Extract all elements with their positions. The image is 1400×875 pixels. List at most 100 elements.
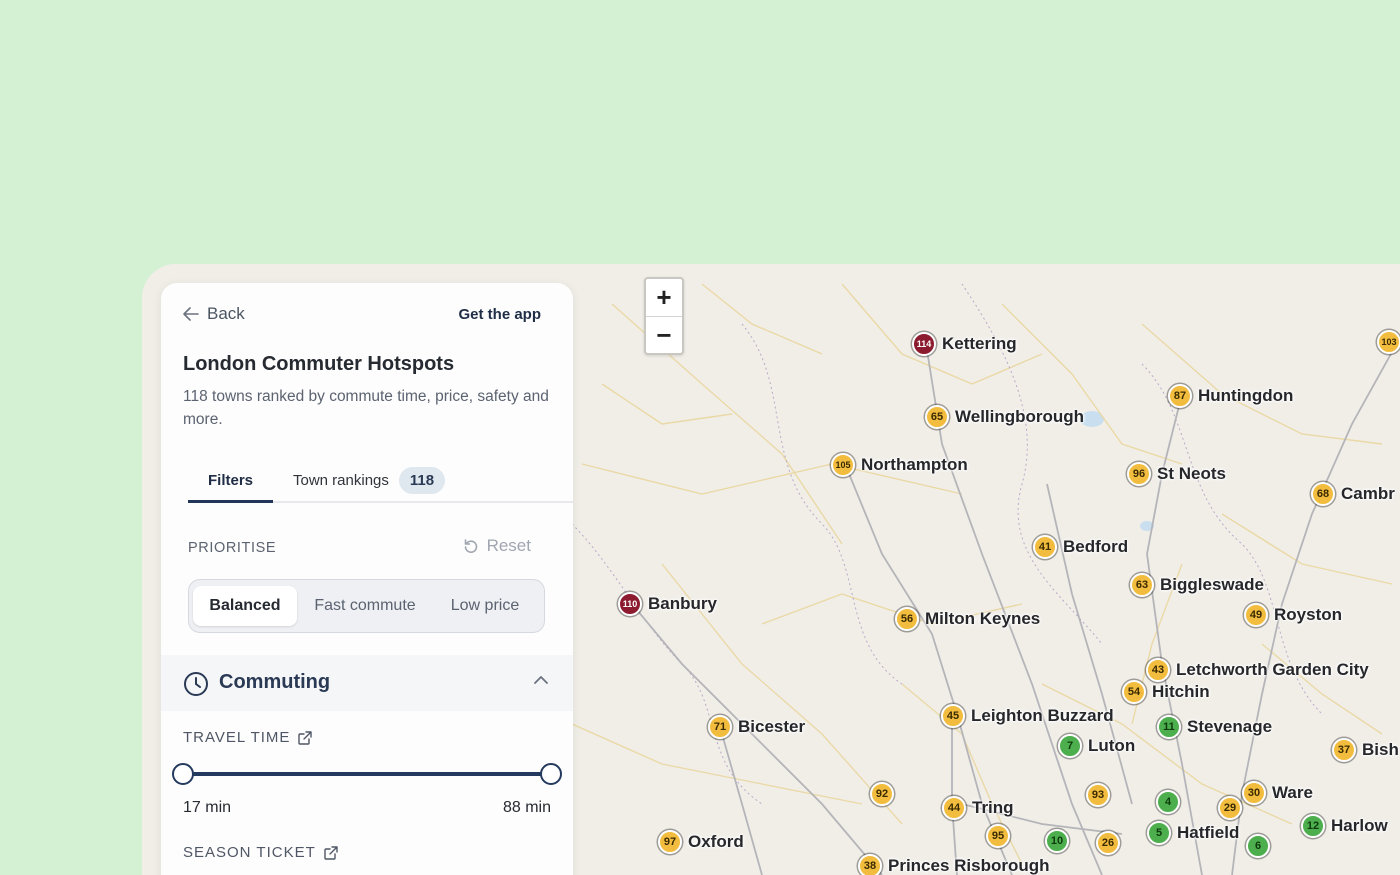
town-label: Milton Keynes (925, 609, 1041, 628)
town-marker[interactable]: 49 Royston (1244, 603, 1342, 627)
slider-min-handle[interactable] (172, 763, 194, 785)
clock-icon (184, 672, 208, 696)
rank-pin[interactable]: 44 (942, 796, 966, 820)
get-app-link[interactable]: Get the app (458, 306, 541, 323)
town-marker[interactable]: 44 Tring (942, 796, 1014, 820)
rank-pin[interactable]: 65 (925, 405, 949, 429)
zoom-out-button[interactable]: − (646, 316, 682, 354)
town-marker[interactable]: 43 Letchworth Garden City (1146, 658, 1369, 682)
town-marker[interactable]: 87 Huntingdon (1168, 384, 1293, 408)
town-marker[interactable]: 95 (986, 824, 1010, 848)
town-label: Oxford (688, 832, 744, 851)
town-label: Bedford (1063, 537, 1129, 556)
town-marker[interactable]: 30 Ware (1242, 781, 1313, 805)
town-marker[interactable]: 71 Bicester (708, 715, 805, 739)
rank-pin[interactable]: 96 (1127, 462, 1151, 486)
external-link-icon[interactable] (324, 845, 338, 860)
town-label: Northampton (861, 455, 968, 474)
town-marker[interactable]: 110 Banbury (618, 592, 717, 616)
rank-pin[interactable]: 68 (1311, 482, 1335, 506)
rank-pin[interactable]: 87 (1168, 384, 1192, 408)
town-marker[interactable]: 37 Bish (1332, 738, 1399, 762)
tab-filters[interactable]: Filters (187, 459, 274, 503)
town-marker[interactable]: 38 Princes Risborough (858, 854, 1050, 875)
rank-pin[interactable]: 5 (1147, 821, 1171, 845)
town-marker[interactable]: 4 (1156, 790, 1180, 814)
rank-pin[interactable]: 43 (1146, 658, 1170, 682)
app-frame: + − 114 Kettering 65 Wellingborough 105 North… (142, 264, 1400, 875)
option-balanced[interactable]: Balanced (193, 586, 297, 626)
rank-pin[interactable]: 105 (831, 453, 855, 477)
town-marker[interactable]: 93 (1086, 783, 1110, 807)
town-marker[interactable]: 96 St Neots (1127, 462, 1226, 486)
tab-town-rankings-label: Town rankings (293, 471, 389, 489)
rank-pin[interactable]: 45 (941, 704, 965, 728)
town-label: Hatfield (1177, 823, 1240, 842)
town-marker[interactable]: 6 (1246, 834, 1270, 858)
town-marker[interactable]: 5 Hatfield (1147, 821, 1239, 845)
season-ticket-label: SEASON TICKET (183, 844, 338, 861)
rank-pin[interactable]: 38 (858, 854, 882, 875)
rank-pin[interactable]: 26 (1096, 831, 1120, 855)
rank-pin[interactable]: 6 (1246, 834, 1270, 858)
town-marker[interactable]: 103 (1377, 330, 1400, 354)
rank-pin[interactable]: 7 (1058, 734, 1082, 758)
town-marker[interactable]: 29 (1218, 796, 1242, 820)
rank-pin[interactable]: 37 (1332, 738, 1356, 762)
rank-pin[interactable]: 4 (1156, 790, 1180, 814)
rank-pin[interactable]: 30 (1242, 781, 1266, 805)
rank-pin[interactable]: 41 (1033, 535, 1057, 559)
rank-pin[interactable]: 114 (912, 332, 936, 356)
town-label: Hitchin (1152, 682, 1210, 701)
back-button[interactable]: Back (183, 304, 245, 324)
town-label: Leighton Buzzard (971, 706, 1114, 725)
season-ticket-text: SEASON TICKET (183, 844, 316, 861)
chevron-up-icon[interactable] (533, 675, 549, 685)
rank-pin[interactable]: 49 (1244, 603, 1268, 627)
rank-pin[interactable]: 54 (1122, 680, 1146, 704)
external-link-icon[interactable] (298, 730, 313, 745)
rank-pin[interactable]: 95 (986, 824, 1010, 848)
rank-pin[interactable]: 11 (1157, 715, 1181, 739)
town-marker[interactable]: 97 Oxford (658, 830, 744, 854)
rank-pin[interactable]: 92 (870, 782, 894, 806)
town-marker[interactable]: 65 Wellingborough (925, 405, 1084, 429)
option-fast-commute[interactable]: Fast commute (297, 586, 433, 626)
town-marker[interactable]: 114 Kettering (912, 332, 1017, 356)
town-marker[interactable]: 12 Harlow (1301, 814, 1388, 838)
rank-pin[interactable]: 56 (895, 607, 919, 631)
travel-time-slider[interactable] (172, 763, 562, 785)
town-marker[interactable]: 56 Milton Keynes (895, 607, 1040, 631)
town-label: Cambr (1341, 484, 1395, 503)
town-marker[interactable]: 92 (870, 782, 894, 806)
town-marker[interactable]: 63 Biggleswade (1130, 573, 1264, 597)
rank-pin[interactable]: 93 (1086, 783, 1110, 807)
town-marker[interactable]: 68 Cambr (1311, 482, 1395, 506)
town-marker[interactable]: 54 Hitchin (1122, 680, 1210, 704)
tab-town-rankings[interactable]: Town rankings 118 (293, 459, 446, 501)
town-marker[interactable]: 10 (1045, 829, 1069, 853)
reset-button[interactable]: Reset (463, 536, 531, 556)
rank-pin[interactable]: 10 (1045, 829, 1069, 853)
slider-max-handle[interactable] (540, 763, 562, 785)
town-marker[interactable]: 41 Bedford (1033, 535, 1128, 559)
slider-track (183, 772, 551, 776)
rank-pin[interactable]: 29 (1218, 796, 1242, 820)
town-marker[interactable]: 7 Luton (1058, 734, 1135, 758)
zoom-in-button[interactable]: + (646, 279, 682, 316)
rank-pin[interactable]: 110 (618, 592, 642, 616)
town-label: Banbury (648, 594, 717, 613)
town-marker[interactable]: 105 Northampton (831, 453, 968, 477)
rank-pin[interactable]: 97 (658, 830, 682, 854)
rank-pin[interactable]: 63 (1130, 573, 1154, 597)
rank-pin[interactable]: 103 (1377, 330, 1400, 354)
commuting-section-header[interactable]: Commuting (161, 655, 573, 711)
option-low-price[interactable]: Low price (433, 586, 537, 626)
back-label: Back (207, 304, 245, 323)
rank-pin[interactable]: 71 (708, 715, 732, 739)
town-label: Stevenage (1187, 717, 1273, 736)
town-marker[interactable]: 26 (1096, 831, 1120, 855)
town-marker[interactable]: 45 Leighton Buzzard (941, 704, 1114, 728)
rank-pin[interactable]: 12 (1301, 814, 1325, 838)
town-marker[interactable]: 11 Stevenage (1157, 715, 1272, 739)
